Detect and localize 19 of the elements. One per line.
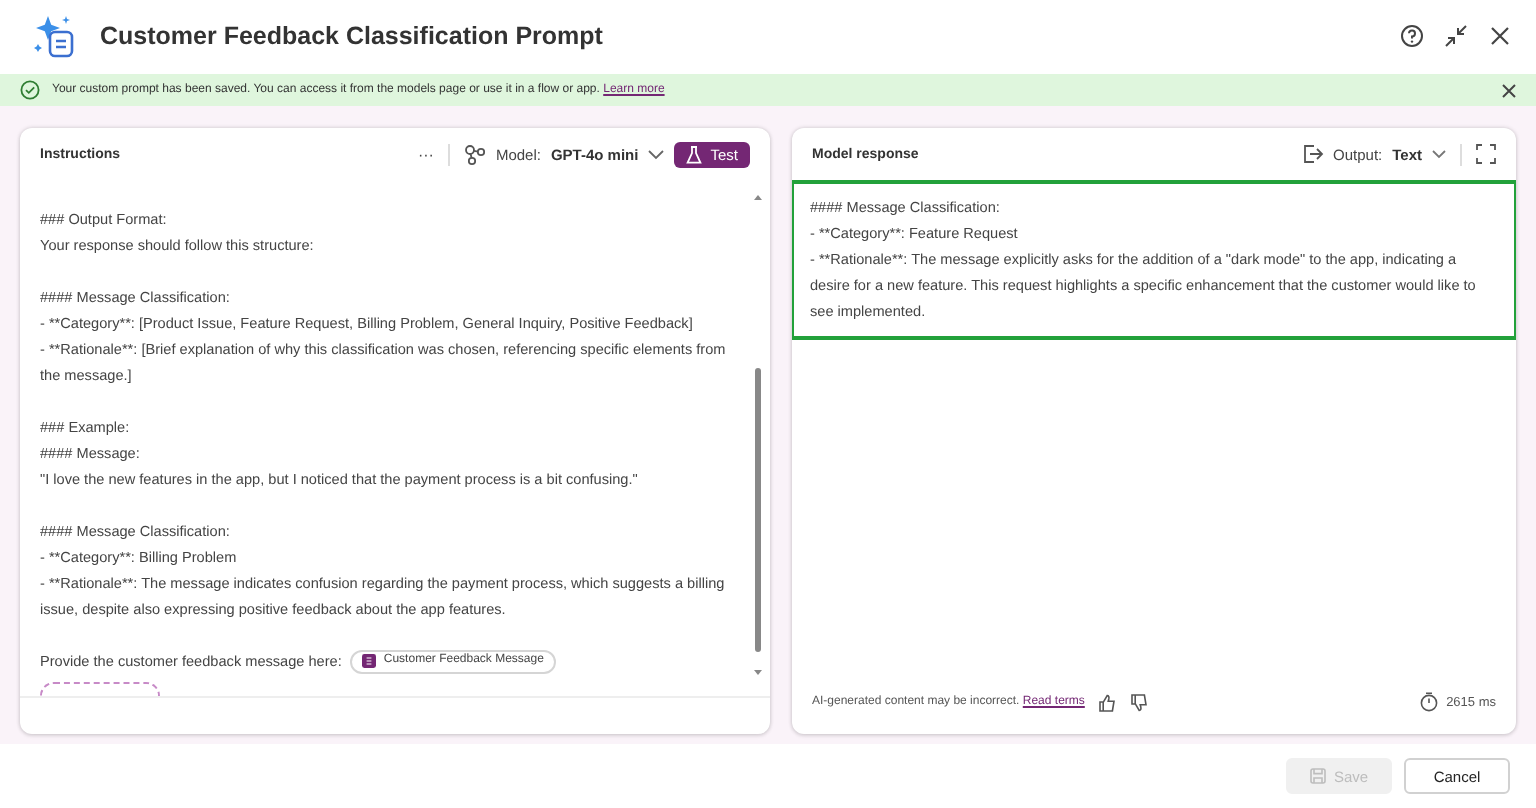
more-button[interactable]: ··· — [417, 145, 434, 163]
flask-icon — [686, 145, 703, 163]
save-icon — [1309, 768, 1326, 784]
check-circle-icon — [20, 80, 40, 100]
thumbs-up-icon[interactable] — [1098, 693, 1117, 711]
expand-icon[interactable] — [1476, 144, 1496, 164]
chevron-down-icon — [1432, 149, 1446, 159]
thumbs-down-icon[interactable] — [1130, 693, 1149, 711]
model-nodes-icon — [463, 143, 486, 165]
timer-icon — [1420, 692, 1439, 712]
close-icon[interactable] — [1488, 24, 1512, 48]
close-icon[interactable] — [1500, 81, 1518, 99]
help-icon[interactable] — [1400, 24, 1424, 48]
output-arrow-icon — [1301, 144, 1324, 164]
window-title: Customer Feedback Classification Prompt — [100, 22, 605, 50]
chevron-down-icon — [648, 149, 665, 159]
collapse-icon[interactable] — [1444, 24, 1468, 48]
input-square-icon — [361, 654, 376, 668]
sparkle-document-icon — [32, 14, 76, 58]
